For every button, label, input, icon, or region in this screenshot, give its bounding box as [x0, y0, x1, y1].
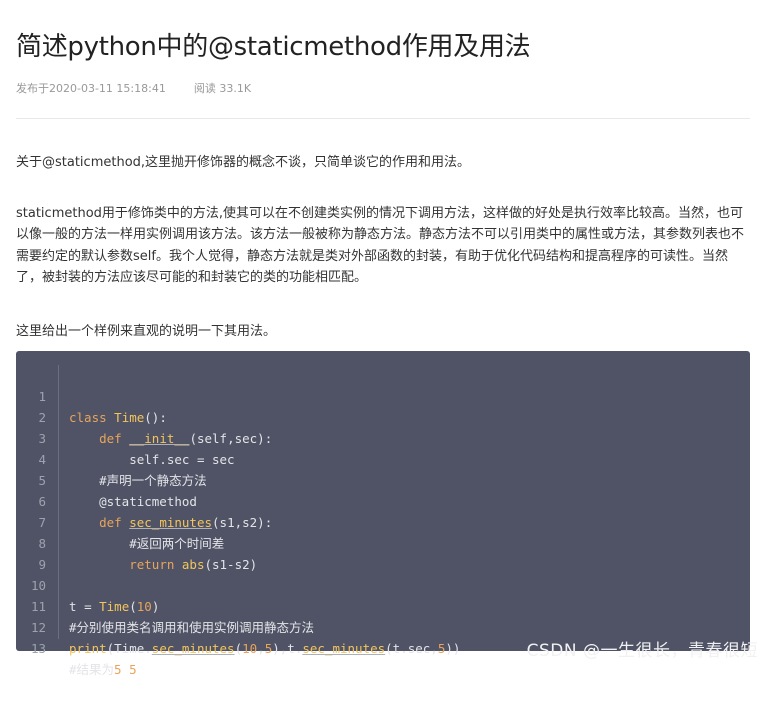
code-line: 11 #分别使用类名调用和使用实例调用静态方法 [16, 575, 314, 635]
watermark: CSDN @一生很长，青春很短 [526, 641, 758, 661]
code-line: 9 [16, 533, 61, 572]
code-text: #分别使用类名调用和使用实例调用静态方法 [69, 620, 315, 635]
code-line: 6 def sec_minutes(s1,s2): [16, 470, 272, 530]
code-line: 12 print(Time.sec_minutes(10,5),t.sec_mi… [16, 596, 461, 656]
code-text: def __init__(self,sec): [99, 431, 273, 446]
code-text: @staticmethod [69, 494, 197, 509]
code-text: self.sec = sec [69, 452, 235, 467]
view-count: 阅读 33.1K [193, 82, 252, 95]
line-number: 13 [30, 641, 46, 656]
code-text: class Time(): [69, 410, 167, 425]
code-block[interactable]: 1 class Time(): 2 def __init__(self,sec)… [16, 351, 750, 677]
paragraph: 这里给出一个样例来直观的说明一下其用法。 [16, 324, 277, 339]
code-text: #声明一个静态方法 [69, 473, 207, 488]
divider [16, 118, 750, 119]
code-line: 8 return abs(s1-s2) [16, 512, 257, 572]
publish-date: 发布于2020-03-11 15:18:41 [16, 82, 166, 95]
code-text: #结果为5 5 [69, 662, 137, 677]
code-line: 3 self.sec = sec [16, 407, 234, 467]
paragraph: staticmethod用于修饰类中的方法,使其可以在不创建类实例的情况下调用方… [16, 206, 745, 286]
code-line: 7 #返回两个时间差 [16, 491, 224, 551]
code-text: t = Time(10) [69, 599, 160, 614]
article-meta: 发布于2020-03-11 15:18:41 阅读 33.1K [16, 80, 251, 96]
code-text: def sec_minutes(s1,s2): [99, 515, 273, 530]
code-line: 5 @staticmethod [16, 449, 196, 509]
page-title: 简述python中的@staticmethod作用及用法 [16, 32, 531, 62]
code-line: 1 class Time(): [16, 365, 166, 425]
code-text: print(Time.sec_minutes(10,5),t.sec_minut… [69, 641, 461, 656]
code-line: 13 #结果为5 5 [16, 617, 137, 677]
code-text: #返回两个时间差 [69, 536, 225, 551]
code-line: 4 #声明一个静态方法 [16, 428, 206, 488]
code-line: 10 t = Time(10) [16, 554, 159, 614]
code-line: 2 def __init__(self,sec): [16, 386, 272, 446]
paragraph: 关于@staticmethod,这里抛开修饰器的概念不谈，只简单谈它的作用和用法… [16, 155, 471, 170]
code-text: return abs(s1-s2) [129, 557, 258, 572]
